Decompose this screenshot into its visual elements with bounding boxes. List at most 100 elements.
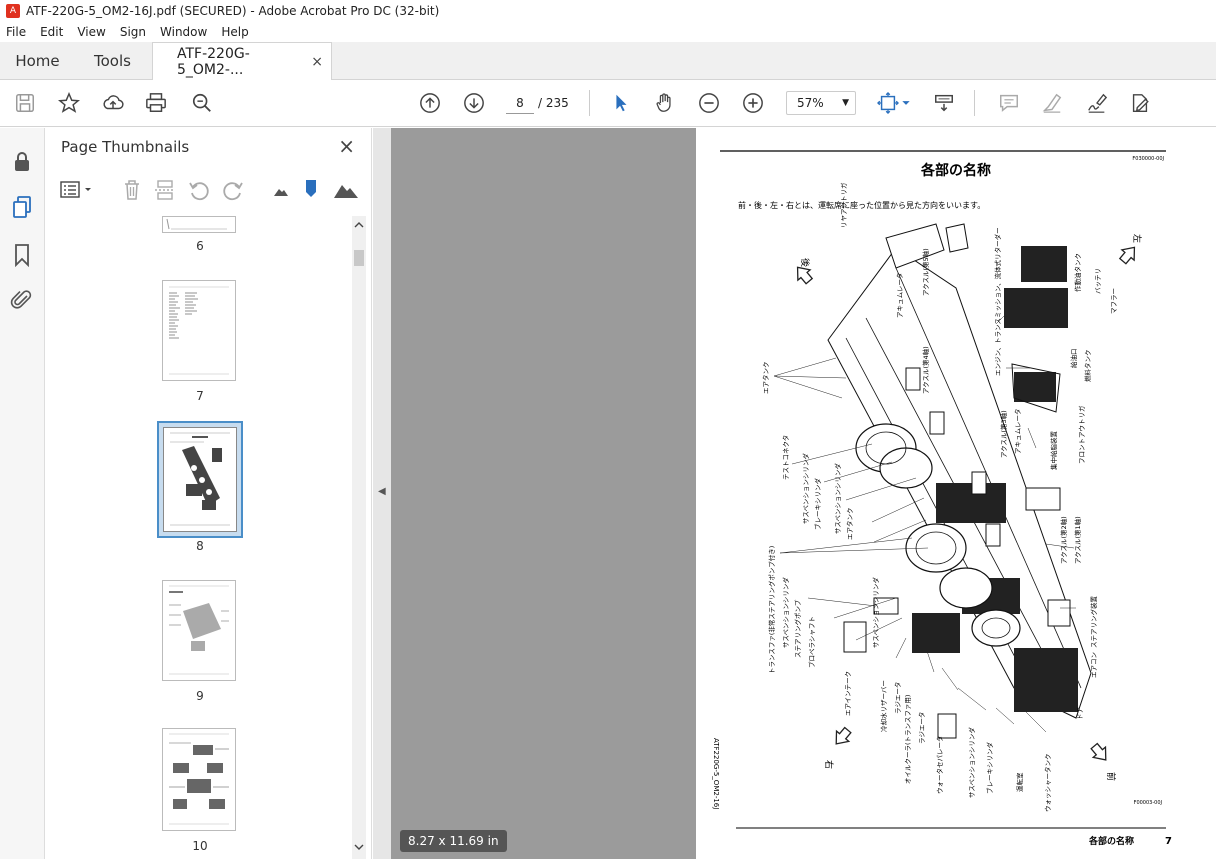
part-label: トランスファ(非常ステアリングポンプ付き) bbox=[767, 546, 776, 674]
thumbnail-label: 9 bbox=[196, 689, 204, 703]
part-label: 運転室 bbox=[1015, 772, 1024, 792]
toolbar-divider bbox=[589, 90, 590, 116]
options-menu-icon[interactable] bbox=[59, 178, 99, 202]
edit-document-icon[interactable] bbox=[1128, 91, 1152, 115]
part-label: ステアリングポンプ bbox=[793, 599, 802, 658]
part-label: ウォータセパレータ bbox=[935, 736, 944, 795]
bookmark-icon[interactable] bbox=[10, 243, 34, 268]
left-rail bbox=[0, 128, 45, 859]
doc-code: F030000-00J bbox=[1132, 156, 1164, 162]
part-label: 作動油タンク bbox=[1073, 253, 1082, 292]
tab-bar: Home Tools ATF-220G-5_OM2-... × bbox=[0, 42, 1216, 81]
thumbnail-page-7[interactable] bbox=[162, 280, 236, 381]
direction-front: 前 bbox=[1105, 772, 1117, 781]
page-size-badge: 8.27 x 11.69 in bbox=[400, 830, 507, 852]
lock-icon[interactable] bbox=[10, 150, 34, 174]
thumbnails-scrollbar[interactable] bbox=[352, 216, 366, 859]
page-number-input[interactable]: 8 bbox=[506, 92, 534, 114]
title-bar: A ATF-220G-5_OM2-16J.pdf (SECURED) - Ado… bbox=[0, 0, 1216, 22]
part-label: アキュムレータ bbox=[1013, 409, 1022, 455]
part-label: エアインテーク bbox=[844, 671, 852, 716]
part-label: フロントアウトリガ bbox=[1077, 405, 1086, 464]
thumbnail-page-10[interactable] bbox=[162, 728, 236, 831]
thumbnail-list: 6 7 8 9 10 bbox=[45, 216, 352, 859]
zoom-level-select[interactable]: 57% ▼ bbox=[786, 91, 856, 115]
part-label: マフラー bbox=[1110, 288, 1118, 314]
chevron-down-icon[interactable] bbox=[900, 91, 912, 115]
scroll-down-icon[interactable] bbox=[354, 842, 364, 852]
direction-back: 後 bbox=[799, 258, 811, 267]
part-label: プロペラシャフト bbox=[808, 616, 816, 668]
star-icon[interactable] bbox=[57, 91, 81, 115]
footer-page-number: 7 bbox=[1165, 836, 1172, 847]
intro-text: 前・後・左・右とは、運転席に座った位置から見た方向をいいます。 bbox=[738, 200, 985, 210]
attachment-icon[interactable] bbox=[10, 288, 34, 312]
thumbnail-page-9[interactable] bbox=[162, 580, 236, 681]
part-label: サスペンションシリンダ bbox=[801, 453, 810, 524]
close-panel-icon[interactable]: × bbox=[338, 134, 355, 158]
figure-code: F00003-00J bbox=[1134, 800, 1162, 806]
part-label: ウォッシャータンク bbox=[1043, 754, 1052, 813]
zoom-search-icon[interactable] bbox=[190, 91, 214, 115]
zoom-in-icon[interactable] bbox=[741, 91, 765, 115]
part-label: ラジエータ bbox=[893, 682, 902, 714]
menu-view[interactable]: View bbox=[77, 25, 105, 39]
larger-thumbnails-icon[interactable] bbox=[333, 178, 359, 202]
direction-right: 右 bbox=[823, 760, 835, 769]
menu-file[interactable]: File bbox=[6, 25, 26, 39]
part-label: エアタンク bbox=[845, 508, 854, 541]
menu-edit[interactable]: Edit bbox=[40, 25, 63, 39]
delete-icon[interactable] bbox=[120, 178, 144, 202]
cloud-upload-icon[interactable] bbox=[101, 91, 125, 115]
rotate-left-icon[interactable] bbox=[187, 178, 211, 202]
collapse-panel-handle[interactable]: ◀ bbox=[373, 128, 391, 859]
comment-icon[interactable] bbox=[997, 91, 1021, 115]
previous-page-icon[interactable] bbox=[418, 91, 442, 115]
menu-bar: File Edit View Sign Window Help bbox=[0, 22, 1216, 42]
page-figure: 各部の名称 F030000-00J 前・後・左・右とは、運転席に座った位置から見… bbox=[712, 150, 1172, 847]
rotate-right-icon[interactable] bbox=[221, 178, 245, 202]
part-label: エアコン bbox=[1090, 652, 1098, 678]
part-label: 集中給脂装置 bbox=[1049, 431, 1058, 471]
menu-sign[interactable]: Sign bbox=[120, 25, 146, 39]
acrobat-icon: A bbox=[6, 4, 20, 18]
thumbnail-page-6[interactable] bbox=[162, 216, 236, 233]
thumbnail-size-slider[interactable] bbox=[303, 178, 319, 202]
page-total: / 235 bbox=[538, 96, 569, 110]
scrollbar-thumb[interactable] bbox=[354, 250, 364, 266]
tab-home[interactable]: Home bbox=[0, 42, 75, 79]
part-label: バッテリ bbox=[1094, 268, 1102, 294]
thumbnail-label: 10 bbox=[192, 839, 208, 853]
window-title: ATF-220G-5_OM2-16J.pdf (SECURED) - Adobe… bbox=[26, 4, 440, 18]
next-page-icon[interactable] bbox=[462, 91, 486, 115]
sign-icon[interactable] bbox=[1085, 91, 1109, 115]
thumbnail-label: 7 bbox=[196, 389, 204, 403]
tab-document[interactable]: ATF-220G-5_OM2-... × bbox=[152, 42, 332, 81]
thumbnail-label: 6 bbox=[196, 239, 204, 253]
direction-left: 左 bbox=[1131, 234, 1143, 243]
save-icon[interactable] bbox=[13, 91, 37, 115]
menu-window[interactable]: Window bbox=[160, 25, 207, 39]
fit-page-icon[interactable] bbox=[876, 91, 900, 115]
pdf-page: 各部の名称 F030000-00J 前・後・左・右とは、運転席に座った位置から見… bbox=[696, 128, 1216, 859]
panel-toolbar bbox=[45, 172, 372, 208]
extract-pages-icon[interactable] bbox=[153, 178, 177, 202]
smaller-thumbnails-icon[interactable] bbox=[271, 178, 291, 202]
part-label: 冷却水リザーバー bbox=[879, 680, 888, 732]
part-label: 燃料タンク bbox=[1083, 350, 1092, 383]
page-thumbnails-icon[interactable] bbox=[10, 195, 34, 219]
menu-help[interactable]: Help bbox=[221, 25, 248, 39]
scroll-mode-icon[interactable] bbox=[932, 91, 956, 115]
hand-tool-icon[interactable] bbox=[653, 91, 677, 115]
part-label: アクスル(第2軸) bbox=[1059, 516, 1068, 564]
zoom-out-icon[interactable] bbox=[697, 91, 721, 115]
print-icon[interactable] bbox=[144, 91, 168, 115]
thumbnail-page-8-selected[interactable] bbox=[157, 421, 243, 538]
close-tab-icon[interactable]: × bbox=[311, 54, 323, 70]
part-label: ドア bbox=[1076, 707, 1084, 721]
select-cursor-icon[interactable] bbox=[609, 91, 633, 115]
tab-tools[interactable]: Tools bbox=[75, 42, 150, 79]
scroll-up-icon[interactable] bbox=[354, 220, 364, 230]
highlight-pen-icon[interactable] bbox=[1040, 91, 1064, 115]
part-label: サスペンションシリンダ bbox=[871, 577, 880, 648]
